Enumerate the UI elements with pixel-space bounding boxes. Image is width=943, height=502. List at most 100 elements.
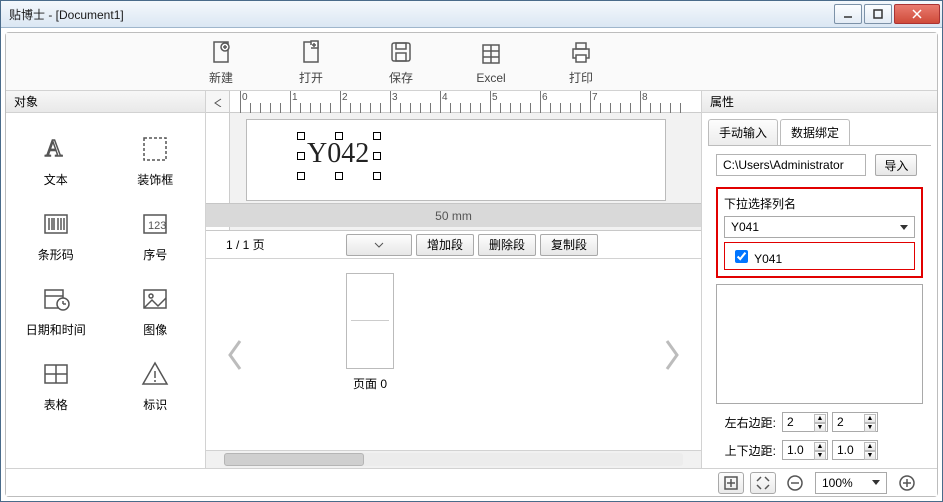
barcode-icon	[40, 208, 72, 240]
spin-down-icon[interactable]: ▼	[814, 451, 826, 460]
column-dropdown[interactable]: Y041	[724, 216, 915, 238]
app-frame: 新建 打开 保存 Excel 打印 对象	[5, 32, 938, 497]
selection-handle[interactable]	[297, 152, 305, 160]
ruler-horizontal[interactable]: 012345678	[230, 91, 701, 113]
prev-page-button[interactable]	[224, 335, 246, 375]
copy-segment-button[interactable]: 复制段	[540, 234, 598, 256]
delete-segment-button[interactable]: 删除段	[478, 234, 536, 256]
column-checklist[interactable]: Y041	[724, 242, 915, 270]
column-check-label: Y041	[754, 252, 782, 266]
object-text[interactable]: A 文本	[6, 123, 106, 198]
object-frame[interactable]: 装饰框	[106, 123, 206, 198]
lr-margin-left-input[interactable]: 2▲▼	[782, 412, 828, 432]
ruler-number: 6	[542, 92, 548, 103]
page-thumbnail-label: 页面 0	[353, 375, 387, 392]
spin-up-icon[interactable]: ▲	[814, 414, 826, 423]
svg-text:123: 123	[148, 220, 166, 232]
object-sidebar: 对象 A 文本 装饰框	[6, 91, 206, 468]
new-file-icon	[208, 37, 234, 67]
segment-bar: 1 / 1 页 增加段 删除段 复制段	[206, 231, 701, 259]
sidebar-header: 对象	[6, 91, 205, 113]
save-disk-icon	[388, 37, 414, 67]
object-table[interactable]: 表格	[6, 348, 106, 423]
tab-data-binding[interactable]: 数据绑定	[780, 119, 850, 145]
toolbar-label: Excel	[476, 71, 505, 85]
selection-handle[interactable]	[335, 172, 343, 180]
lr-margin-right-input[interactable]: 2▲▼	[832, 412, 878, 432]
lr-margin-label: 左右边距:	[716, 414, 776, 431]
column-checkbox[interactable]	[735, 250, 748, 263]
canvas-area[interactable]: 012345678 Y042 50	[206, 91, 701, 231]
print-button[interactable]: 打印	[536, 37, 626, 86]
dimension-label: 50 mm	[206, 203, 701, 227]
canvas-sample-text[interactable]: Y042	[307, 138, 369, 170]
zoom-fit-button[interactable]	[718, 472, 744, 494]
minimize-button[interactable]	[834, 4, 862, 24]
toolbar-label: 打印	[569, 69, 593, 86]
open-button[interactable]: 打开	[266, 37, 356, 86]
page-thumbnail[interactable]: 页面 0	[346, 273, 394, 392]
zoom-actual-button[interactable]	[750, 472, 776, 494]
selection-handle[interactable]	[373, 152, 381, 160]
object-label: 装饰框	[137, 171, 173, 188]
spin-down-icon[interactable]: ▼	[814, 423, 826, 432]
object-label: 图像	[143, 321, 167, 338]
data-path-field[interactable]: C:\Users\Administrator	[716, 154, 866, 176]
selection-handle[interactable]	[373, 172, 381, 180]
object-barcode[interactable]: 条形码	[6, 198, 106, 273]
new-button[interactable]: 新建	[176, 37, 266, 86]
open-folder-icon	[298, 37, 324, 67]
zoom-in-button[interactable]	[894, 472, 920, 494]
excel-button[interactable]: Excel	[446, 39, 536, 85]
image-icon	[139, 283, 171, 315]
next-page-button[interactable]	[661, 335, 683, 375]
import-button[interactable]: 导入	[875, 154, 917, 176]
spin-down-icon[interactable]: ▼	[864, 451, 876, 460]
dropdown-value: Y041	[731, 220, 759, 234]
page-thumbnail-image	[346, 273, 394, 369]
selection-handle[interactable]	[297, 132, 305, 140]
object-label: 序号	[143, 246, 167, 263]
ruler-number: 7	[592, 92, 598, 103]
tb-margin-top-input[interactable]: 1.0▲▼	[782, 440, 828, 460]
object-datetime[interactable]: 日期和时间	[6, 273, 106, 348]
selection-handle[interactable]	[297, 172, 305, 180]
close-button[interactable]	[894, 4, 940, 24]
zoom-bar: 100%	[6, 468, 937, 496]
object-label: 文本	[44, 171, 68, 188]
label-canvas[interactable]: Y042	[246, 119, 666, 201]
warning-icon	[139, 358, 171, 390]
selection-handle[interactable]	[373, 132, 381, 140]
ruler-number: 8	[642, 92, 648, 103]
horizontal-scrollbar[interactable]	[206, 450, 701, 468]
excel-icon	[478, 39, 504, 69]
tb-margin-label: 上下边距:	[716, 442, 776, 459]
object-serial[interactable]: 123 序号	[106, 198, 206, 273]
frame-icon	[139, 133, 171, 165]
save-button[interactable]: 保存	[356, 37, 446, 86]
zoom-out-button[interactable]	[782, 472, 808, 494]
object-symbol[interactable]: 标识	[106, 348, 206, 423]
object-image[interactable]: 图像	[106, 273, 206, 348]
preview-box	[716, 284, 923, 404]
selection-handle[interactable]	[335, 132, 343, 140]
center-column: 012345678 Y042 50	[206, 91, 702, 468]
spin-down-icon[interactable]: ▼	[864, 423, 876, 432]
dropdown-label: 下拉选择列名	[724, 195, 915, 212]
ruler-number: 0	[242, 92, 248, 103]
chevron-down-icon	[872, 480, 880, 485]
tab-manual-input[interactable]: 手动输入	[708, 119, 778, 145]
zoom-level-combo[interactable]: 100%	[815, 472, 887, 494]
ruler-origin[interactable]	[206, 91, 230, 113]
tb-margin-row: 上下边距: 1.0▲▼ 1.0▲▼	[716, 440, 923, 460]
tb-margin-bottom-input[interactable]: 1.0▲▼	[832, 440, 878, 460]
maximize-button[interactable]	[864, 4, 892, 24]
properties-panel: 属性 手动输入 数据绑定 C:\Users\Administrator 导入 下…	[702, 91, 937, 468]
spin-up-icon[interactable]: ▲	[814, 442, 826, 451]
add-segment-button[interactable]: 增加段	[416, 234, 474, 256]
spin-up-icon[interactable]: ▲	[864, 414, 876, 423]
main-toolbar: 新建 打开 保存 Excel 打印	[6, 33, 937, 91]
spin-up-icon[interactable]: ▲	[864, 442, 876, 451]
column-check-item[interactable]: Y041	[731, 252, 782, 266]
segment-selector[interactable]	[346, 234, 412, 256]
